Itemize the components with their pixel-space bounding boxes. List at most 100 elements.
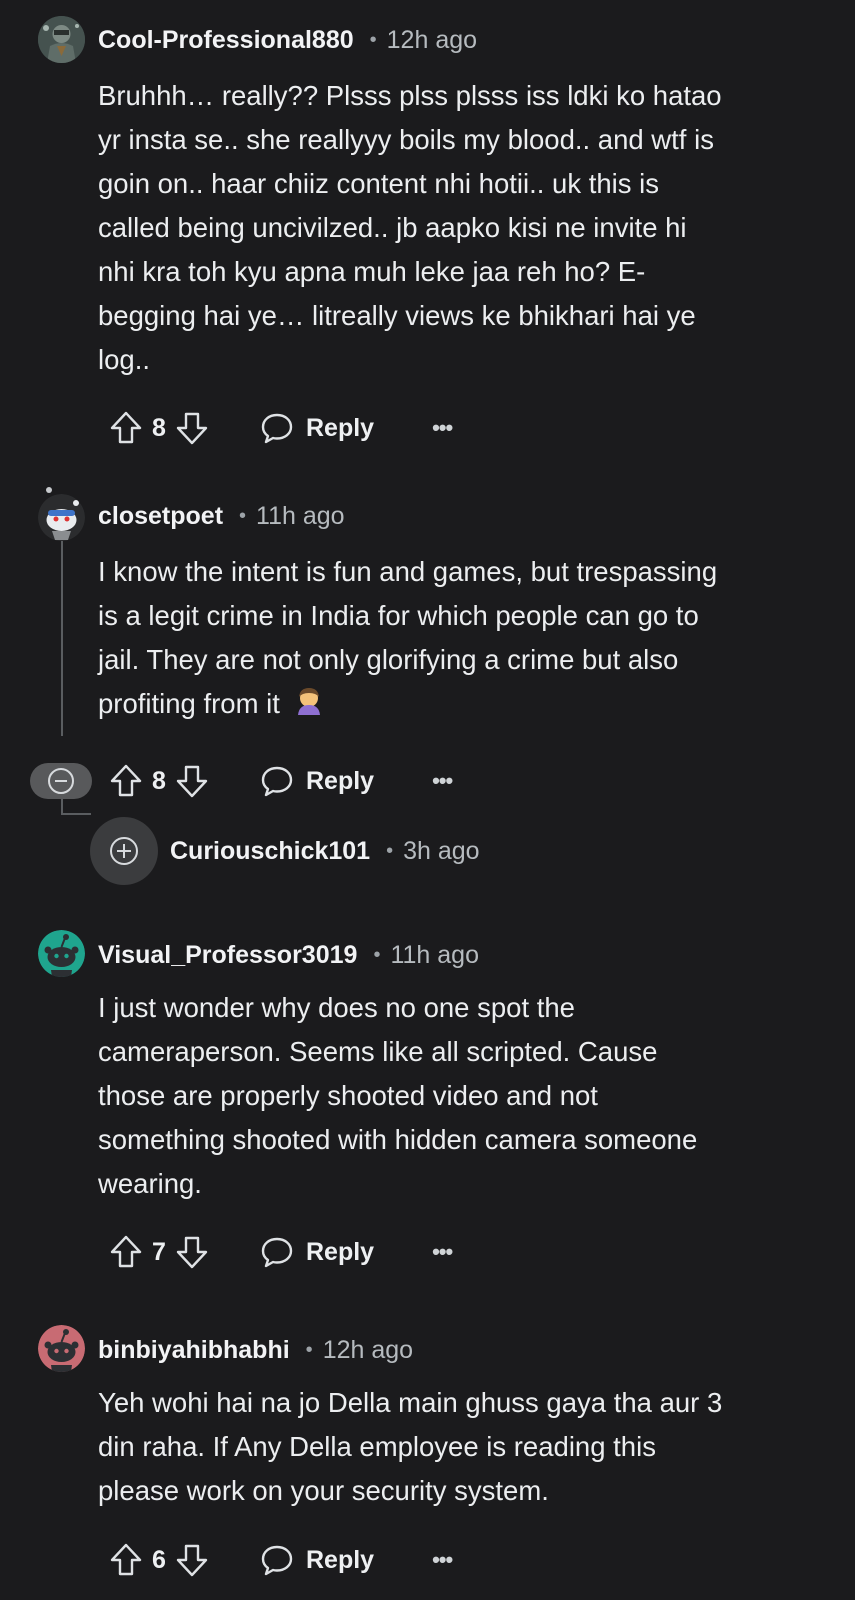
comment-actions: 8 Reply •••	[108, 759, 453, 803]
avatar[interactable]	[38, 1325, 85, 1372]
minus-circle-icon	[48, 768, 74, 794]
comment-line: something shooted with hidden camera som…	[98, 1124, 698, 1155]
separator-dot: •	[386, 839, 394, 862]
collapse-thread-button[interactable]	[30, 763, 92, 799]
separator-dot: •	[239, 504, 247, 527]
reply-label: Reply	[306, 413, 375, 442]
more-options-button[interactable]: •••	[432, 415, 453, 441]
speech-bubble-icon	[261, 413, 293, 444]
reply-button[interactable]: Reply	[260, 412, 374, 444]
username[interactable]: Visual_Professor3019	[98, 941, 357, 970]
reply-button[interactable]: Reply	[260, 1236, 374, 1268]
downvote-button[interactable]	[174, 1234, 210, 1270]
timestamp[interactable]: 12h ago	[323, 1336, 413, 1365]
speech-bubble-icon	[261, 766, 293, 797]
comment-meta: binbiyahibhabhi • 12h ago	[98, 1330, 413, 1370]
snoo-avatar-icon	[38, 494, 85, 541]
separator-dot: •	[373, 943, 381, 966]
username[interactable]: binbiyahibhabhi	[98, 1336, 290, 1365]
snoo-avatar-icon	[38, 1325, 85, 1372]
downvote-arrow-icon	[176, 1236, 208, 1269]
reply-button[interactable]: Reply	[260, 1544, 374, 1576]
comment-actions: 8 Reply •••	[108, 406, 453, 450]
username[interactable]: Curiouschick101	[170, 837, 370, 866]
snoo-avatar-icon	[38, 930, 85, 977]
comment-line: goin on.. haar chiiz content nhi hotii..…	[98, 168, 660, 199]
upvote-button[interactable]	[108, 1234, 144, 1270]
comment-line: wearing.	[98, 1168, 202, 1199]
comment-body: I know the intent is fun and games, but …	[98, 550, 808, 728]
comment-body: I just wonder why does no one spot the c…	[98, 986, 808, 1206]
knight-avatar-icon	[38, 16, 85, 63]
separator-dot: •	[305, 1338, 313, 1361]
avatar[interactable]	[38, 930, 85, 977]
timestamp[interactable]: 12h ago	[387, 26, 477, 55]
upvote-arrow-icon	[110, 1543, 142, 1576]
comment-meta: Curiouschick101 • 3h ago	[170, 831, 480, 871]
reply-label: Reply	[306, 1237, 375, 1266]
separator-dot: •	[369, 28, 377, 51]
comment-meta: Cool-Professional880 • 12h ago	[98, 20, 477, 60]
comment-line: cameraperson. Seems like all scripted. C…	[98, 1036, 658, 1067]
comment-line: log..	[98, 344, 150, 375]
timestamp[interactable]: 11h ago	[390, 941, 479, 970]
comment-line: Yeh wohi hai na jo Della main ghuss gaya…	[98, 1387, 723, 1418]
reply-label: Reply	[306, 766, 375, 795]
reply-button[interactable]: Reply	[260, 765, 374, 797]
comment-line: profiting from it	[98, 682, 808, 728]
facepalm-emoji-icon	[294, 684, 324, 728]
comment-line: those are properly shooted video and not	[98, 1080, 598, 1111]
vote-score: 8	[152, 766, 166, 795]
downvote-arrow-icon	[176, 765, 208, 798]
downvote-button[interactable]	[174, 763, 210, 799]
downvote-arrow-icon	[176, 412, 208, 445]
comment-line: called being uncivilzed.. jb aapko kisi …	[98, 212, 687, 243]
thread-line[interactable]	[61, 540, 63, 736]
reply-label: Reply	[306, 1545, 375, 1574]
username[interactable]: Cool-Professional880	[98, 26, 354, 55]
speech-bubble-icon	[261, 1545, 293, 1576]
comment-actions: 7 Reply •••	[108, 1230, 453, 1274]
comment-line: begging hai ye… litreally views ke bhikh…	[98, 300, 696, 331]
vote-score: 8	[152, 413, 166, 442]
comment-line: Bruhhh… really?? Plsss plss plsss iss ld…	[98, 80, 722, 111]
comment-line: din raha. If Any Della employee is readi…	[98, 1431, 656, 1462]
timestamp[interactable]: 11h ago	[256, 502, 345, 531]
thread-branch-curve	[61, 813, 91, 815]
comment-actions: 6 Reply •••	[108, 1538, 453, 1582]
vote-score: 6	[152, 1545, 166, 1574]
comment-meta: Visual_Professor3019 • 11h ago	[98, 935, 479, 975]
comment-line: please work on your security system.	[98, 1475, 549, 1506]
upvote-button[interactable]	[108, 763, 144, 799]
comment-line: nhi kra toh kyu apna muh leke jaa reh ho…	[98, 256, 646, 287]
comment-line: jail. They are not only glorifying a cri…	[98, 644, 679, 675]
comment-line: I just wonder why does no one spot the	[98, 992, 575, 1023]
downvote-button[interactable]	[174, 1542, 210, 1578]
comment-line: I know the intent is fun and games, but …	[98, 556, 718, 587]
expand-thread-button[interactable]	[90, 817, 158, 885]
timestamp[interactable]: 3h ago	[403, 837, 479, 866]
upvote-arrow-icon	[110, 1235, 142, 1268]
upvote-arrow-icon	[110, 764, 142, 797]
comment-line: yr insta se.. she reallyyy boils my bloo…	[98, 124, 714, 155]
comment-meta: closetpoet • 11h ago	[98, 496, 345, 536]
upvote-button[interactable]	[108, 1542, 144, 1578]
comment-line: is a legit crime in India for which peop…	[98, 600, 699, 631]
comment-body: Bruhhh… really?? Plsss plss plsss iss ld…	[98, 74, 808, 382]
more-options-button[interactable]: •••	[432, 1547, 453, 1573]
upvote-arrow-icon	[110, 411, 142, 444]
status-dot	[46, 487, 52, 493]
comment-body: Yeh wohi hai na jo Della main ghuss gaya…	[98, 1381, 808, 1513]
username[interactable]: closetpoet	[98, 502, 223, 531]
downvote-arrow-icon	[176, 1544, 208, 1577]
comment-line-text: profiting from it	[98, 688, 280, 719]
upvote-button[interactable]	[108, 410, 144, 446]
downvote-button[interactable]	[174, 410, 210, 446]
more-options-button[interactable]: •••	[432, 768, 453, 794]
plus-circle-icon	[110, 837, 138, 865]
speech-bubble-icon	[261, 1237, 293, 1268]
more-options-button[interactable]: •••	[432, 1239, 453, 1265]
vote-score: 7	[152, 1237, 166, 1266]
avatar[interactable]	[38, 16, 85, 63]
avatar[interactable]	[38, 494, 85, 541]
